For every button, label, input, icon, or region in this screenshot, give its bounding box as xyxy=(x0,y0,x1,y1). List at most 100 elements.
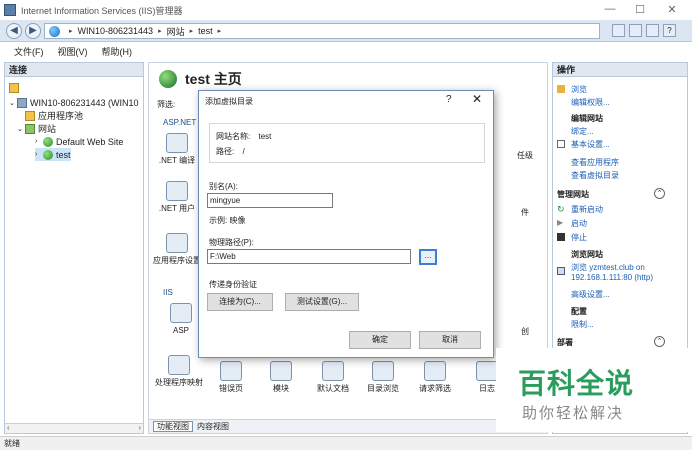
settings-icon xyxy=(557,140,565,148)
action-limits[interactable]: 限制... xyxy=(571,319,594,330)
maximize-button[interactable]: ☐ xyxy=(626,3,654,16)
page-icon[interactable] xyxy=(646,24,659,37)
filter-label: 筛选: xyxy=(157,100,176,109)
ok-button[interactable]: 确定 xyxy=(349,331,411,349)
settings-list-icon xyxy=(166,233,188,253)
tab-feature-view[interactable]: 功能视图 xyxy=(153,421,193,432)
menu-bar: 文件(F) 视图(V) 帮助(H) xyxy=(0,42,692,60)
action-stop[interactable]: 停止 xyxy=(571,232,587,243)
back-arrow-icon[interactable]: ◀ xyxy=(6,23,22,39)
menu-file[interactable]: 文件(F) xyxy=(14,45,44,58)
feature-error-pages[interactable]: 错误页 xyxy=(205,361,257,394)
action-basic-settings[interactable]: 基本设置... xyxy=(571,139,610,150)
error-page-icon xyxy=(220,361,242,381)
minimize-button[interactable]: — xyxy=(596,3,624,15)
connect-as-button[interactable]: 连接为(C)... xyxy=(207,293,273,311)
site-name-label: 网站名称: xyxy=(216,132,251,141)
tree-item-server[interactable]: ⌄ WIN10-806231443 (WIN10 xyxy=(9,96,139,109)
section-deploy: 部署 xyxy=(557,338,573,347)
test-settings-button[interactable]: 测试设置(G)... xyxy=(285,293,359,311)
expand-icon[interactable]: ⌄ xyxy=(17,125,25,133)
action-view-vdirs[interactable]: 查看虚拟目录 xyxy=(571,170,619,181)
dir-browse-icon xyxy=(372,361,394,381)
forward-arrow-icon[interactable]: ▶ xyxy=(25,23,41,39)
section-browse-site: 浏览网站 xyxy=(571,250,603,259)
network-icon[interactable] xyxy=(612,24,625,37)
group-iis[interactable]: IIS xyxy=(163,288,173,297)
feature-file-part[interactable]: 件 xyxy=(499,208,551,218)
status-text: 就绪 xyxy=(4,439,20,448)
site-globe-icon xyxy=(43,149,53,160)
dialog-help-button[interactable]: ? xyxy=(446,94,452,105)
tree-item-sites[interactable]: ⌄ 网站 xyxy=(17,122,56,135)
modules-icon xyxy=(270,361,292,381)
feature-handler-mappings[interactable]: 处理程序映射 xyxy=(153,355,205,388)
section-edit-site: 编辑网站 xyxy=(571,114,603,123)
feature-modules[interactable]: 模块 xyxy=(255,361,307,394)
collapse-icon[interactable]: › xyxy=(35,138,43,145)
site-name-value: test xyxy=(258,132,272,141)
log-icon xyxy=(476,361,498,381)
site-info-box: 网站名称: test 路径: / xyxy=(209,123,485,163)
help-icon[interactable]: ? xyxy=(663,24,676,37)
breadcrumb-sites[interactable]: 网站 xyxy=(167,25,185,38)
default-doc-icon xyxy=(322,361,344,381)
breadcrumb-server[interactable]: WIN10-806231443 xyxy=(78,26,154,36)
collapse-up-icon[interactable]: ⌃ xyxy=(654,188,665,199)
feature-net-users[interactable]: .NET 用户 xyxy=(151,181,203,214)
feature-dir-browse[interactable]: 目录浏览 xyxy=(357,361,409,394)
stop-icon xyxy=(557,233,565,241)
feature-default-doc[interactable]: 默认文档 xyxy=(307,361,359,394)
feature-trust-level-part[interactable]: 任级 xyxy=(499,151,551,161)
iis-app-icon xyxy=(4,4,16,16)
compile-icon xyxy=(166,133,188,153)
globe-icon xyxy=(49,25,60,37)
action-browse-link-2[interactable]: 192.168.1.111:80 (http) xyxy=(571,273,653,282)
close-button[interactable]: ✕ xyxy=(658,3,686,16)
alias-input[interactable]: mingyue xyxy=(207,193,333,208)
handler-icon xyxy=(168,355,190,375)
tree-item-app-pools[interactable]: 应用程序池 xyxy=(25,109,83,122)
cancel-button[interactable]: 取消 xyxy=(419,331,481,349)
physical-path-label: 物理路径(P): xyxy=(209,238,254,247)
dialog-close-button[interactable]: ✕ xyxy=(472,92,482,106)
window-title: Internet Information Services (IIS)管理器 xyxy=(21,5,183,16)
action-start[interactable]: 启动 xyxy=(571,218,587,229)
browse-button[interactable]: ... xyxy=(419,249,437,265)
group-aspnet[interactable]: ASP.NET xyxy=(163,118,196,127)
actions-header: 操作 xyxy=(553,63,687,77)
action-browse[interactable]: 浏览 xyxy=(571,84,587,95)
action-bindings[interactable]: 绑定... xyxy=(571,126,594,137)
action-edit-perms[interactable]: 编辑权限... xyxy=(571,97,610,108)
horizontal-scrollbar[interactable]: ‹ › xyxy=(5,423,143,433)
browse-icon xyxy=(557,85,565,93)
expand-icon[interactable]: ⌄ xyxy=(9,99,17,107)
feature-request-filter[interactable]: 请求筛选 xyxy=(409,361,461,394)
collapse-icon[interactable]: › xyxy=(35,151,43,158)
address-bar: ◀ ▶ ▸ WIN10-806231443 ▸ 网站 ▸ test ▸ ? xyxy=(0,20,692,42)
tree-item-test[interactable]: › test xyxy=(35,148,71,161)
start-icon: ▶ xyxy=(557,218,564,227)
physical-path-input[interactable]: F:\Web xyxy=(207,249,411,264)
action-browse-link-1[interactable]: 浏览 yzmtest.club on xyxy=(571,262,645,273)
connect-icon[interactable] xyxy=(9,81,22,94)
watermark-subtitle: 助你轻松解决 xyxy=(522,404,625,422)
tree-item-default-site[interactable]: › Default Web Site xyxy=(35,135,123,148)
menu-help[interactable]: 帮助(H) xyxy=(102,45,133,58)
pass-through-auth-label: 传递身份验证 xyxy=(209,280,257,289)
feature-create-part[interactable]: 创 xyxy=(499,327,551,337)
connections-pane: 连接 ⌄ WIN10-806231443 (WIN10 应用程序池 ⌄ 网站 ›… xyxy=(4,62,144,434)
site-globe-icon xyxy=(43,136,53,147)
action-view-apps[interactable]: 查看应用程序 xyxy=(571,157,619,168)
menu-view[interactable]: 视图(V) xyxy=(58,45,88,58)
users-icon xyxy=(166,181,188,201)
action-restart[interactable]: 重新启动 xyxy=(571,204,603,215)
collapse-up-icon[interactable]: ⌃ xyxy=(654,336,665,347)
feature-app-settings[interactable]: 应用程序设置 xyxy=(151,233,203,266)
breadcrumb[interactable]: ▸ WIN10-806231443 ▸ 网站 ▸ test ▸ xyxy=(44,23,600,39)
breadcrumb-test[interactable]: test xyxy=(198,26,213,36)
action-advanced[interactable]: 高级设置... xyxy=(571,289,610,300)
tab-content-view[interactable]: 内容视图 xyxy=(197,421,229,432)
feature-net-compile[interactable]: .NET 编译 xyxy=(151,133,203,166)
mail-icon[interactable] xyxy=(629,24,642,37)
